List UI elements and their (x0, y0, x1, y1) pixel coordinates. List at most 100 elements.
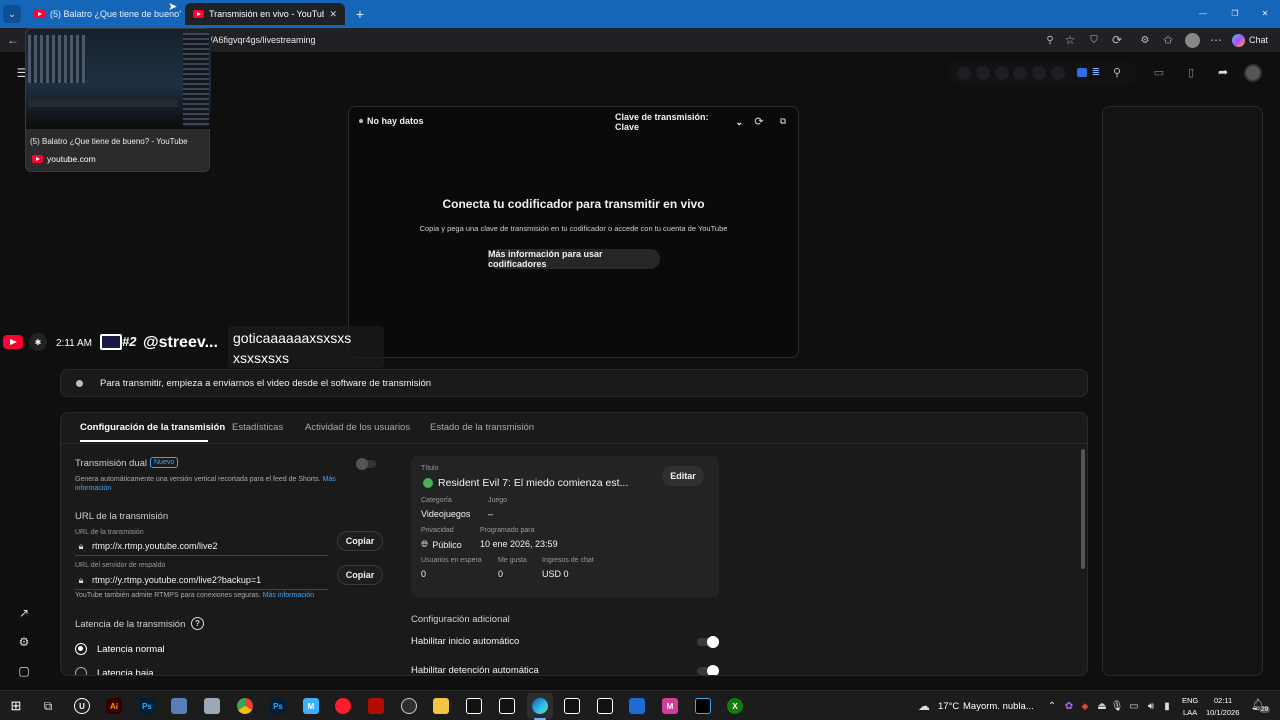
feedback-icon[interactable]: ▢ (17, 664, 31, 678)
tab-user-activity[interactable]: Actividad de los usuarios (305, 422, 410, 433)
obs-icon[interactable] (401, 698, 417, 714)
share-icon[interactable]: ➦ (1216, 65, 1230, 79)
app-u-icon[interactable]: U (74, 698, 90, 714)
extensions-icon[interactable]: ⚙ (1138, 33, 1152, 47)
list-icon[interactable]: ≣ (1090, 65, 1102, 79)
xbox-icon[interactable]: X (727, 698, 743, 714)
language-2[interactable]: LAA (1183, 708, 1197, 717)
vpn-icon[interactable] (204, 698, 220, 714)
latency-normal-radio[interactable] (75, 643, 87, 655)
tab-divider (61, 443, 1087, 444)
pin-icon[interactable]: ⚲ (1110, 65, 1124, 79)
clock-date[interactable]: 10/1/2026 (1206, 708, 1239, 717)
tab-stream-health[interactable]: Estado de la transmisión (430, 422, 534, 433)
copy-key-icon[interactable]: ⧉ (776, 114, 790, 128)
settings-gear-icon[interactable]: ⚙ (17, 635, 31, 649)
task-view-icon[interactable]: ⧉ (40, 698, 56, 714)
microphone-icon[interactable]: 🎙︎ (1111, 699, 1124, 713)
studio-page: ≣ ⚲ ▭ ▯ ➦ ☰ ↗ ⚙ ▢ No hay datos Clave de … (0, 28, 1280, 690)
refresh-extension-icon[interactable]: ⟳ (1110, 33, 1124, 47)
latency-low-radio[interactable] (75, 667, 87, 675)
weather-temp[interactable]: 17°C (938, 701, 959, 712)
capcut-2-icon[interactable] (499, 698, 515, 714)
edit-button[interactable]: Editar (662, 466, 704, 486)
tab-active-underline (80, 440, 208, 442)
windows-start-icon[interactable]: ⊞ (8, 698, 24, 714)
auto-start-toggle[interactable] (697, 636, 719, 648)
stream-key-select[interactable]: Clave de transmisión: Clave ⌄ (615, 112, 743, 132)
settings-scrollbar[interactable] (1081, 449, 1085, 569)
channel-avatar[interactable] (1244, 64, 1262, 82)
shield-icon[interactable]: ⛉ (1087, 33, 1101, 47)
refresh-key-icon[interactable]: ⟳ (752, 114, 766, 128)
clock-time[interactable]: 02:11 (1214, 696, 1232, 705)
auto-stop-label: Habilitar detención automática (411, 665, 539, 676)
weather-desc[interactable]: Mayorm. nubla... (963, 701, 1034, 712)
tab-balatro[interactable]: (5) Balatro ¿Que tiene de bueno? (26, 3, 181, 25)
photoshop-2-icon[interactable]: Ps (270, 698, 286, 714)
more-info-encoders-button[interactable]: Más información para usar codificadores (488, 249, 660, 269)
expand-icon[interactable]: ↗ (17, 606, 31, 620)
backup-url-value[interactable]: rtmp://y.rtmp.youtube.com/live2?backup=1 (92, 575, 261, 585)
weather-cloud-icon: ☁ (918, 699, 930, 713)
language-1[interactable]: ENG (1182, 696, 1198, 705)
extension-blue-icon[interactable] (1077, 68, 1087, 77)
chrome-icon[interactable] (237, 698, 253, 714)
tab-live-streaming[interactable]: Transmisión en vivo - YouTube Stu ✕ (185, 3, 345, 25)
auto-stop-toggle[interactable] (697, 665, 719, 675)
tray-app2-icon[interactable]: ◆ (1079, 699, 1091, 713)
file-explorer-icon[interactable] (433, 698, 449, 714)
app-blue-icon[interactable] (629, 698, 645, 714)
edge-icon[interactable] (532, 698, 548, 714)
acrobat-icon[interactable] (368, 698, 384, 714)
capcut-4-icon[interactable] (597, 698, 613, 714)
close-window-button[interactable]: ✕ (1254, 4, 1276, 22)
placeholder-circle (1051, 66, 1065, 80)
tray-app-icon[interactable]: ✿ (1063, 699, 1075, 713)
privacy-value: Público (432, 539, 462, 550)
pin-badge-icon: ✱ (29, 333, 47, 351)
tab-preview-title: (5) Balatro ¿Que tiene de bueno? - YouTu… (30, 137, 188, 146)
new-tab-button[interactable]: + (352, 5, 368, 23)
app-m-icon[interactable]: M (303, 698, 319, 714)
profile-avatar[interactable] (1185, 33, 1200, 48)
copy-url-button[interactable]: Copiar (337, 531, 383, 551)
tab-stream-settings[interactable]: Configuración de la transmisión (80, 422, 225, 433)
close-tab-icon[interactable]: ✕ (329, 9, 337, 20)
tab-hover-preview[interactable]: (5) Balatro ¿Que tiene de bueno? - YouTu… (25, 28, 211, 172)
back-arrow-icon[interactable]: ← (6, 33, 20, 47)
more-menu-icon[interactable]: ⋯ (1209, 33, 1223, 47)
opera-icon[interactable] (335, 698, 351, 714)
network-icon[interactable]: ▭ (1128, 699, 1140, 713)
notepad-icon[interactable] (171, 698, 187, 714)
photoshop-icon[interactable]: Ps (139, 698, 155, 714)
tab-statistics[interactable]: Estadísticas (232, 422, 283, 433)
favorites-icon[interactable]: ✩ (1161, 33, 1175, 47)
help-icon[interactable]: ? (191, 617, 204, 630)
url-value[interactable]: rtmp://x.rtmp.youtube.com/live2 (92, 541, 218, 551)
dual-info-link[interactable]: información (75, 485, 111, 492)
copilot-chat-button[interactable]: Chat (1232, 32, 1268, 48)
tab-list-button[interactable]: ⌄ (3, 5, 21, 23)
tray-chevron-icon[interactable]: ⌃ (1046, 699, 1058, 713)
app-m2-icon[interactable]: M (662, 698, 678, 714)
copy-backup-button[interactable]: Copiar (337, 565, 383, 585)
battery-icon[interactable]: ▮ (1161, 699, 1173, 713)
bookmark-icon[interactable]: ▯ (1184, 65, 1198, 79)
dual-stream-toggle[interactable] (356, 458, 376, 470)
url-text[interactable]: /A6figvqr4gs/livestreaming (210, 35, 316, 45)
zoom-icon[interactable]: ⚲ (1043, 33, 1057, 47)
maximize-button[interactable]: ❐ (1224, 4, 1246, 22)
capcut-icon[interactable] (466, 698, 482, 714)
url-underline (75, 555, 328, 556)
minimize-button[interactable]: — (1192, 4, 1214, 22)
capcut-3-icon[interactable] (564, 698, 580, 714)
rtmps-more-link[interactable]: Más información (263, 592, 314, 599)
favorite-star-icon[interactable]: ☆ (1063, 33, 1077, 47)
illustrator-icon[interactable]: Ai (106, 698, 122, 714)
dual-more-link[interactable]: Más (322, 476, 335, 483)
tray-usb-icon[interactable]: ⏏ (1096, 699, 1108, 713)
layout-icon[interactable]: ▭ (1152, 65, 1166, 79)
app-dark-icon[interactable] (695, 698, 711, 714)
volume-icon[interactable]: 🔊︎ (1145, 699, 1157, 713)
